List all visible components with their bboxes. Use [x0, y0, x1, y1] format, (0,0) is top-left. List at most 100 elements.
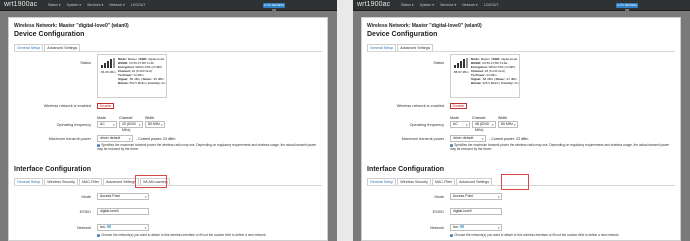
screenshot-panel-left: wrt1900ac Status ▾ System ▾ Services ▾ N… — [0, 0, 337, 241]
status-bitrate: 552.5 Mbit/s — [129, 81, 146, 85]
mode-select[interactable]: Access Point ▾ — [450, 193, 502, 200]
freq-width-header: Width — [145, 116, 155, 120]
nav-item-system[interactable]: System ▾ — [67, 3, 81, 7]
nav-item-status[interactable]: Status ▾ — [48, 3, 61, 7]
network-color-icon — [459, 225, 464, 228]
tab-general-setup[interactable]: General Setup — [14, 178, 44, 185]
essid-input[interactable]: digital-love0 — [97, 208, 149, 215]
nav-item-network[interactable]: Network ▾ — [109, 3, 125, 7]
nav-item-logout[interactable]: LOGOUT — [131, 3, 146, 7]
freq-channel-value: 40 (5200 MHz) — [122, 122, 136, 132]
chevron-down-icon: ▾ — [144, 195, 147, 199]
nav-menu: Status ▾ System ▾ Services ▾ Network ▾ L… — [48, 3, 146, 7]
nav-item-network[interactable]: Network ▾ — [462, 3, 478, 7]
status-country-label: Country: — [501, 81, 514, 85]
network-value: lan: — [453, 225, 460, 229]
chevron-down-icon: ▾ — [481, 137, 484, 141]
tab-wireless-security[interactable]: Wireless Security — [397, 178, 431, 185]
tab-divider — [14, 185, 322, 186]
disable-button[interactable]: Disable — [450, 103, 467, 109]
chevron-down-icon: ▾ — [497, 226, 500, 230]
network-help-text: Choose the network(s) you want to attach… — [454, 233, 620, 237]
brand-name[interactable]: wrt1900ac — [4, 1, 37, 8]
network-select[interactable]: lan: ▾ — [97, 224, 149, 231]
tab-general-setup[interactable]: General Setup — [367, 178, 397, 185]
tab-general-setup[interactable]: General Setup — [367, 44, 397, 51]
highlight-box — [135, 175, 167, 188]
freq-width-select[interactable]: 80 MHz ▾ — [145, 121, 165, 128]
tab-advanced-settings[interactable]: Advanced Settings — [456, 178, 493, 185]
tab-wireless-security[interactable]: Wireless Security — [44, 178, 78, 185]
freq-width-select[interactable]: 80 MHz ▾ — [498, 121, 518, 128]
tx-power-select[interactable]: driver default ▾ — [450, 135, 486, 142]
freq-channel-select[interactable]: 48 (5240 MHz) ▾ — [472, 121, 496, 132]
freq-channel-select[interactable]: 40 (5200 MHz) ▾ — [119, 121, 143, 132]
network-help: i Choose the network(s) you want to attac… — [450, 233, 675, 238]
tx-power-value: driver default — [100, 136, 121, 140]
nav-item-services[interactable]: Services ▾ — [87, 3, 103, 7]
chevron-down-icon: ▾ — [112, 123, 115, 127]
top-navbar: wrt1900ac Status ▾ System ▾ Services ▾ N… — [0, 0, 337, 12]
nav-menu: Status ▾ System ▾ Services ▾ Network ▾ L… — [401, 3, 499, 7]
network-label: Network — [430, 226, 444, 230]
tx-power-value: driver default — [453, 136, 474, 140]
network-value: lan: — [100, 225, 107, 229]
freq-mode-select[interactable]: AC ▾ — [450, 121, 470, 128]
brand-name[interactable]: wrt1900ac — [357, 1, 390, 8]
status-country: AU — [514, 81, 519, 85]
status-label: Status — [433, 61, 444, 65]
status-box: -56-95 dBm Mode: Master | SSID: digital-… — [97, 54, 167, 98]
network-select[interactable]: lan: ▾ — [450, 224, 502, 231]
freq-channel-header: Channel — [119, 116, 133, 120]
nav-item-system[interactable]: System ▾ — [420, 3, 434, 7]
modal-title: Wireless Network: Master "digital-love0"… — [367, 23, 482, 29]
tab-mac-filter[interactable]: MAC-Filter — [431, 178, 456, 185]
wireless-edit-modal: Wireless Network: Master "digital-love0"… — [8, 17, 328, 241]
tx-power-help-text: Specifies the maximum transmit power the… — [450, 143, 670, 152]
disable-button[interactable]: Disable — [97, 103, 114, 109]
tx-power-select[interactable]: driver default ▾ — [97, 135, 133, 142]
info-icon: i — [97, 234, 101, 238]
auto-refresh-badge[interactable]: AUTO REFRESH ON — [616, 3, 638, 12]
device-config-heading: Device Configuration — [367, 31, 438, 38]
status-details: Mode: Master | SSID: digital-love0 BSSID… — [471, 57, 519, 85]
wireless-edit-modal: Wireless Network: Master "digital-love0"… — [361, 17, 681, 241]
nav-item-logout[interactable]: LOGOUT — [484, 3, 499, 7]
mode-label: Mode — [434, 195, 445, 199]
tab-advanced-settings[interactable]: Advanced Settings — [44, 44, 81, 51]
tx-power-label: Maximum transmit power — [48, 137, 91, 141]
essid-label: ESSID — [79, 210, 91, 214]
freq-mode-header: Mode — [97, 116, 106, 120]
status-country: AU — [161, 81, 166, 85]
iface-config-heading: Interface Configuration — [367, 166, 445, 173]
tab-divider — [367, 51, 675, 52]
chevron-down-icon: ▾ — [465, 123, 468, 127]
modal-title: Wireless Network: Master "digital-love0"… — [14, 23, 129, 29]
freq-width-header: Width — [498, 116, 508, 120]
freq-mode-select[interactable]: AC ▾ — [97, 121, 117, 128]
mode-select[interactable]: Access Point ▾ — [97, 193, 149, 200]
freq-channel-value: 48 (5240 MHz) — [475, 122, 489, 132]
signal-caption: -58-97 dBm — [453, 70, 469, 74]
device-tabs: General Setup Advanced Settings — [367, 44, 434, 51]
auto-refresh-badge[interactable]: AUTO REFRESH ON — [263, 3, 285, 12]
network-label: Network — [77, 226, 91, 230]
tab-advanced-settings[interactable]: Advanced Settings — [397, 44, 434, 51]
chevron-down-icon: ▾ — [144, 226, 147, 230]
signal-caption: -56-95 dBm — [100, 70, 116, 74]
wireless-enabled-label: Wireless network is enabled — [43, 104, 91, 108]
status-country-label: Country: — [148, 81, 161, 85]
tx-power-help: i Specifies the maximum transmit power th… — [450, 143, 675, 152]
tab-mac-filter[interactable]: MAC-Filter — [78, 178, 103, 185]
tab-advanced-settings[interactable]: Advanced Settings — [103, 178, 140, 185]
device-tabs: General Setup Advanced Settings — [14, 44, 81, 51]
nav-item-services[interactable]: Services ▾ — [440, 3, 456, 7]
tab-general-setup[interactable]: General Setup — [14, 44, 44, 51]
essid-input[interactable]: digital-love0 — [450, 208, 502, 215]
network-help: i Choose the network(s) you want to attac… — [97, 233, 322, 238]
tx-power-label: Maximum transmit power — [401, 137, 444, 141]
chevron-down-icon: ▾ — [497, 195, 500, 199]
nav-item-status[interactable]: Status ▾ — [401, 3, 414, 7]
chevron-down-icon: ▾ — [138, 123, 141, 127]
tab-divider — [14, 51, 322, 52]
